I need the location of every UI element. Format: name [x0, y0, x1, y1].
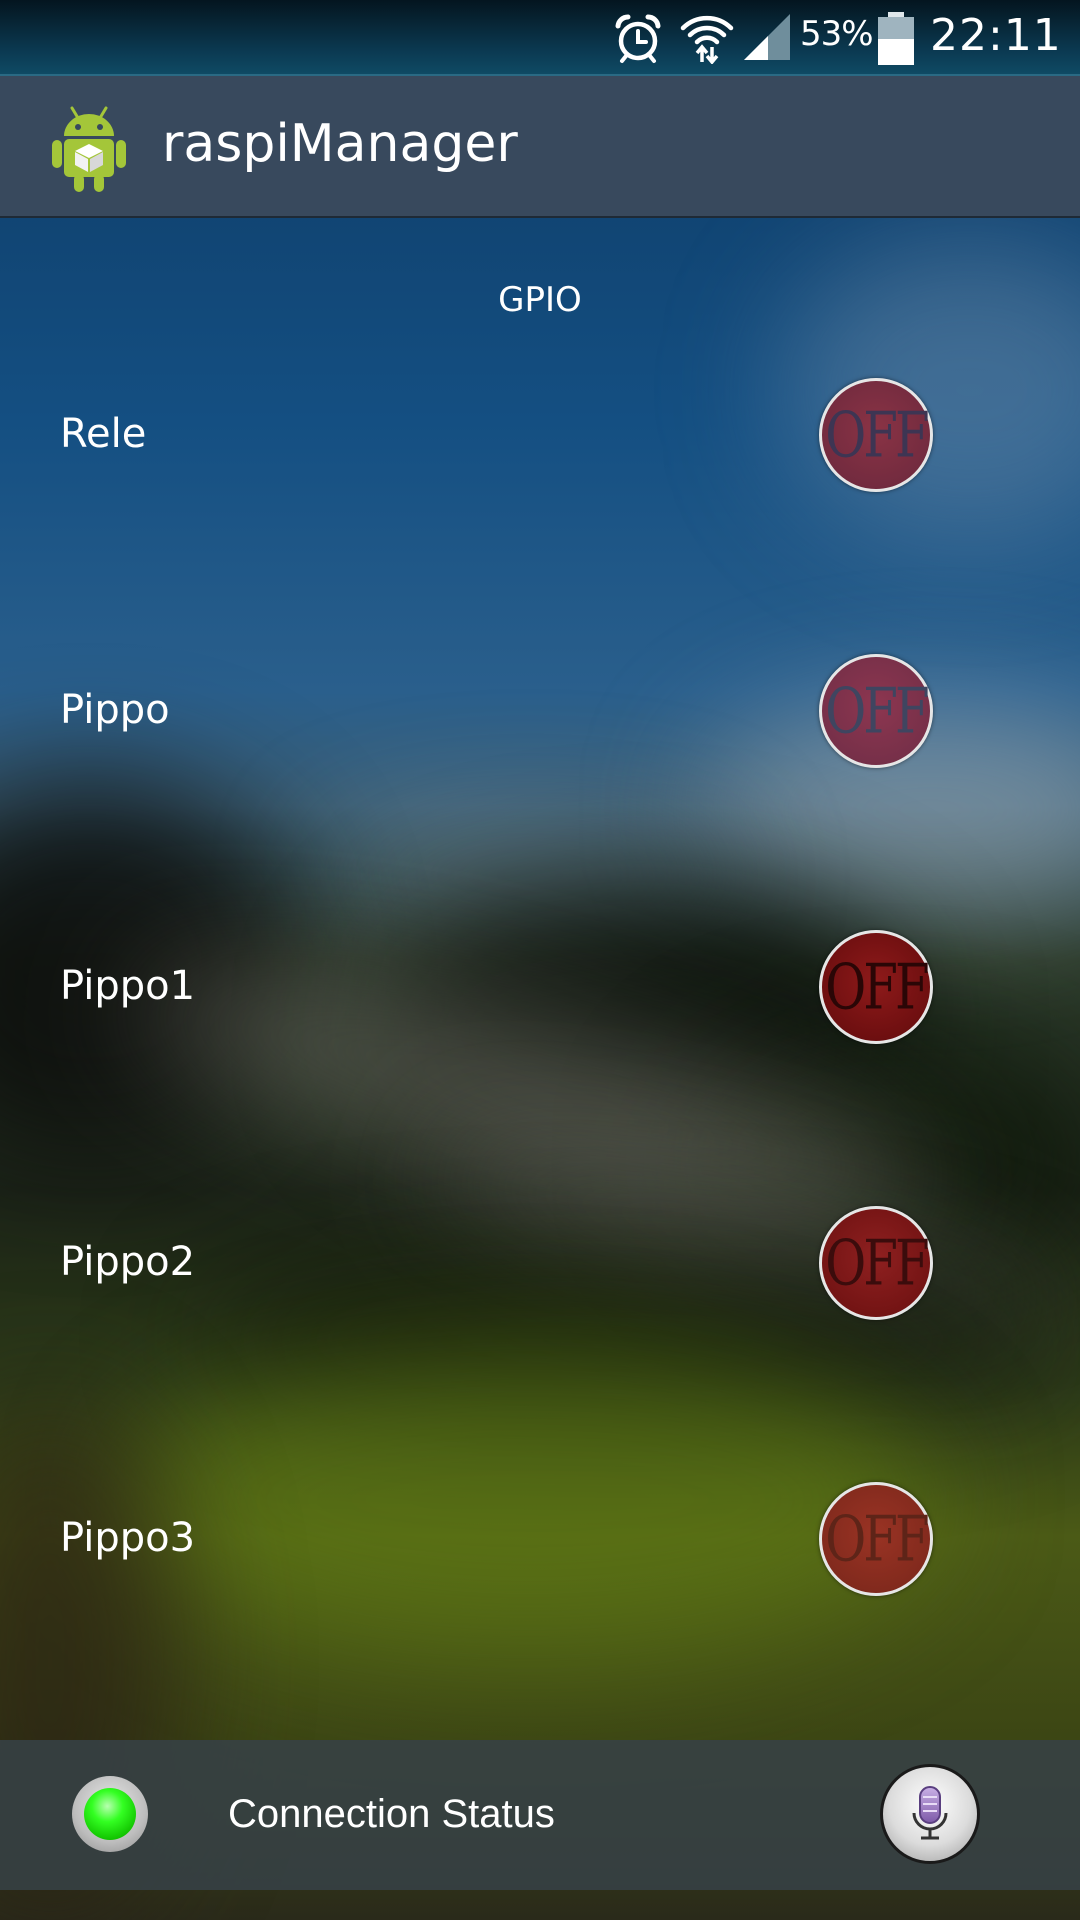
- gpio-row: Pippo2 OFF: [0, 1203, 1080, 1323]
- gpio-row: Rele OFF: [0, 375, 1080, 495]
- gpio-toggle-button[interactable]: OFF: [819, 1482, 933, 1596]
- microphone-button[interactable]: [880, 1764, 980, 1864]
- signal-icon: [744, 14, 790, 60]
- connection-status-led: [72, 1776, 148, 1852]
- gpio-row: Pippo1 OFF: [0, 927, 1080, 1047]
- gpio-label: Pippo1: [60, 963, 196, 1009]
- bottom-bar: Connection Status: [0, 1740, 1080, 1890]
- gpio-label: Pippo: [60, 687, 170, 733]
- connection-status-label: Connection Status: [228, 1792, 555, 1836]
- battery-percent: 53%: [800, 14, 874, 54]
- android-app-icon[interactable]: [50, 104, 128, 194]
- app-title: raspiManager: [162, 114, 518, 174]
- gpio-row: Pippo3 OFF: [0, 1479, 1080, 1599]
- gpio-toggle-button[interactable]: OFF: [819, 1206, 933, 1320]
- alarm-icon: [615, 14, 661, 63]
- gpio-row: Pippo OFF: [0, 651, 1080, 771]
- status-bar: 53% 22:11: [0, 0, 1080, 76]
- section-title: GPIO: [498, 280, 582, 320]
- clock: 22:11: [930, 10, 1062, 61]
- gpio-label: Pippo2: [60, 1239, 196, 1285]
- gpio-toggle-button[interactable]: OFF: [819, 930, 933, 1044]
- gpio-toggle-button[interactable]: OFF: [819, 654, 933, 768]
- wifi-icon: [680, 15, 734, 64]
- gpio-toggle-button[interactable]: OFF: [819, 378, 933, 492]
- gpio-label: Pippo3: [60, 1515, 196, 1561]
- microphone-icon: [912, 1786, 948, 1840]
- battery-icon: [878, 12, 914, 65]
- action-bar: raspiManager: [0, 76, 1080, 218]
- gpio-label: Rele: [60, 411, 147, 457]
- connection-led-light: [84, 1788, 136, 1840]
